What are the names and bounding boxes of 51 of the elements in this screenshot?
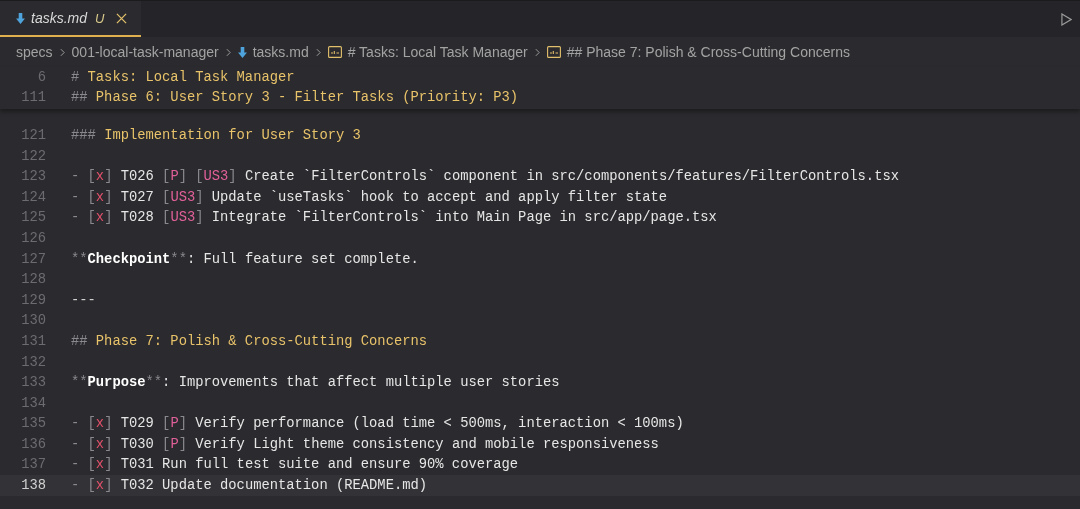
code-line: - [x] T031 Run full test suite and ensure 90% coverage [71, 457, 519, 473]
code-line: - [x] T028 [US3] Integrate `FilterControls` into Main Page in src/app/page.tsx [71, 210, 717, 226]
line-number: 137 [20, 457, 46, 473]
line-number: 126 [20, 230, 46, 246]
string-symbol-icon [327, 46, 342, 58]
line-number: 123 [20, 169, 46, 185]
breadcrumb-item[interactable]: 001-local-task-manager [71, 44, 219, 60]
line-number: 132 [20, 354, 46, 370]
code-line: **Checkpoint**: Full feature set complete. [71, 251, 419, 267]
line-number: 124 [20, 189, 46, 205]
code-line: - [x] T026 [P] [US3] Create `FilterControls` component in src/components/features/FilterControls.tsx [71, 169, 899, 185]
line-number: 122 [20, 148, 46, 164]
line-number: 129 [20, 292, 46, 308]
breadcrumb-item[interactable]: # Tasks: Local Task Manager [327, 44, 528, 60]
code-line: ### Implementation for User Story 3 [71, 128, 361, 143]
line-number: 125 [20, 210, 46, 226]
line-number: 111 [20, 90, 46, 106]
line-number: 128 [20, 272, 46, 288]
line-number: 134 [20, 395, 46, 411]
breadcrumb-item[interactable]: specs [16, 44, 53, 60]
markdown-arrow-icon [237, 46, 247, 58]
line-number: 136 [20, 436, 46, 452]
chevron-icon [534, 47, 540, 57]
line-number: 131 [20, 333, 46, 349]
chevron-icon [225, 47, 231, 57]
file-status: U [95, 10, 105, 26]
breadcrumb-item[interactable]: tasks.md [237, 44, 309, 60]
line-number: 130 [20, 313, 46, 329]
chevron-icon [315, 47, 321, 57]
editor-tab[interactable]: tasks.md U [0, 1, 142, 37]
line-number: 138 [20, 478, 46, 494]
close-icon[interactable] [116, 12, 128, 24]
code-line: --- [71, 292, 96, 308]
code-line: - [x] T032 Update documentation (README.md) [71, 478, 428, 494]
chevron-icon [59, 47, 65, 57]
code-line: # Tasks: Local Task Manager [71, 69, 295, 85]
line-number: 135 [20, 416, 46, 432]
code-line: ## Phase 6: User Story 3 - Filter Tasks (Priority: P3) [71, 90, 519, 106]
code-line: ## Phase 7: Polish & Cross-Cutting Concerns [71, 333, 428, 349]
markdown-arrow-icon [16, 12, 25, 24]
code-line: **Purpose**: Improvements that affect multiple user stories [71, 375, 560, 391]
code-line: - [x] T030 [P] Verify Light theme consistency and mobile responsiveness [71, 436, 659, 452]
code-line: - [x] T027 [US3] Update `useTasks` hook to accept and apply filter state [71, 189, 668, 205]
breadcrumb-item[interactable]: ## Phase 7: Polish & Cross-Cutting Concerns [546, 44, 850, 60]
line-number: 127 [20, 251, 46, 267]
run-icon[interactable] [1061, 12, 1072, 26]
code-line: - [x] T029 [P] Verify performance (load time < 500ms, interaction < 100ms) [71, 416, 684, 432]
line-number: 121 [20, 128, 46, 143]
line-number: 133 [20, 375, 46, 391]
line-number: 6 [36, 69, 46, 85]
string-symbol-icon [546, 46, 561, 58]
